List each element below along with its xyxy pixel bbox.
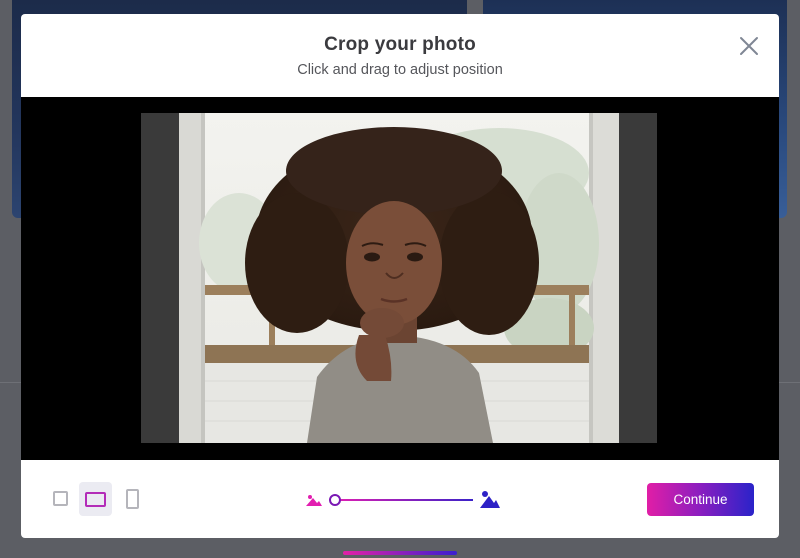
background-tab-underline [343, 551, 457, 555]
portrait-ratio-button[interactable] [115, 482, 148, 516]
crop-toolbar: Continue [21, 460, 779, 538]
modal-subtitle: Click and drag to adjust position [297, 62, 503, 78]
zoom-slider[interactable] [305, 488, 501, 512]
close-icon[interactable] [737, 34, 761, 58]
landscape-crop-icon [85, 492, 106, 507]
modal-header: Crop your photo Click and drag to adjust… [21, 14, 779, 97]
photo-illustration [179, 113, 619, 443]
large-image-icon [480, 491, 500, 508]
continue-button[interactable]: Continue [647, 483, 754, 516]
crop-canvas [141, 113, 657, 443]
landscape-ratio-button[interactable] [79, 482, 112, 516]
square-crop-icon [53, 491, 68, 506]
portrait-crop-icon [126, 489, 139, 509]
zoom-handle[interactable] [329, 494, 341, 506]
zoom-track[interactable] [335, 499, 473, 501]
photo-being-cropped[interactable] [179, 113, 619, 443]
crop-stage [21, 97, 779, 460]
crop-photo-modal: Crop your photo Click and drag to adjust… [21, 14, 779, 538]
square-ratio-button[interactable] [43, 482, 76, 516]
modal-title: Crop your photo [324, 34, 476, 55]
small-image-icon [306, 495, 322, 506]
